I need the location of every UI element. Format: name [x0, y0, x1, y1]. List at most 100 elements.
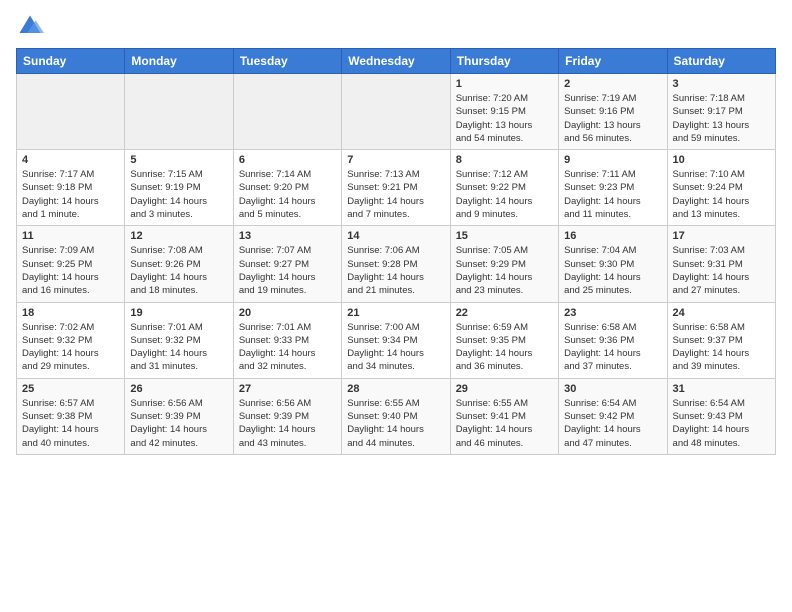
day-info: Sunrise: 7:14 AM Sunset: 9:20 PM Dayligh…: [239, 168, 336, 221]
day-number: 9: [564, 154, 661, 166]
day-info: Sunrise: 7:01 AM Sunset: 9:32 PM Dayligh…: [130, 321, 227, 374]
day-of-week-monday: Monday: [125, 49, 233, 74]
day-cell: 19 Sunrise: 7:01 AM Sunset: 9:32 PM Dayli…: [125, 302, 233, 378]
day-of-week-wednesday: Wednesday: [342, 49, 450, 74]
day-of-week-sunday: Sunday: [17, 49, 125, 74]
day-number: 23: [564, 307, 661, 319]
day-info: Sunrise: 6:55 AM Sunset: 9:40 PM Dayligh…: [347, 397, 444, 450]
day-info: Sunrise: 6:55 AM Sunset: 9:41 PM Dayligh…: [456, 397, 553, 450]
day-info: Sunrise: 7:19 AM Sunset: 9:16 PM Dayligh…: [564, 92, 661, 145]
day-cell: 14 Sunrise: 7:06 AM Sunset: 9:28 PM Dayli…: [342, 226, 450, 302]
day-info: Sunrise: 7:17 AM Sunset: 9:18 PM Dayligh…: [22, 168, 119, 221]
day-info: Sunrise: 7:02 AM Sunset: 9:32 PM Dayligh…: [22, 321, 119, 374]
day-cell: 8Sunrise: 7:12 AM Sunset: 9:22 PM Daylig…: [450, 150, 558, 226]
day-info: Sunrise: 6:59 AM Sunset: 9:35 PM Dayligh…: [456, 321, 553, 374]
day-info: Sunrise: 6:58 AM Sunset: 9:37 PM Dayligh…: [673, 321, 770, 374]
day-cell: 4 Sunrise: 7:17 AM Sunset: 9:18 PM Daylig…: [17, 150, 125, 226]
header: [16, 12, 776, 40]
day-cell: 24Sunrise: 6:58 AM Sunset: 9:37 PM Dayli…: [667, 302, 775, 378]
day-number: 26: [130, 383, 227, 395]
day-number: 7: [347, 154, 444, 166]
day-cell: 26 Sunrise: 6:56 AM Sunset: 9:39 PM Dayli…: [125, 378, 233, 454]
day-info: Sunrise: 7:07 AM Sunset: 9:27 PM Dayligh…: [239, 244, 336, 297]
day-cell: 25 Sunrise: 6:57 AM Sunset: 9:38 PM Dayli…: [17, 378, 125, 454]
day-cell: 12Sunrise: 7:08 AM Sunset: 9:26 PM Dayli…: [125, 226, 233, 302]
day-cell: 17 Sunrise: 7:03 AM Sunset: 9:31 PM Dayli…: [667, 226, 775, 302]
day-info: Sunrise: 7:20 AM Sunset: 9:15 PM Dayligh…: [456, 92, 553, 145]
day-number: 4: [22, 154, 119, 166]
day-info: Sunrise: 6:58 AM Sunset: 9:36 PM Dayligh…: [564, 321, 661, 374]
day-number: 5: [130, 154, 227, 166]
day-cell: 3 Sunrise: 7:18 AM Sunset: 9:17 PM Daylig…: [667, 74, 775, 150]
day-number: 3: [673, 78, 770, 90]
calendar-header: SundayMondayTuesdayWednesdayThursdayFrid…: [17, 49, 776, 74]
day-info: Sunrise: 7:03 AM Sunset: 9:31 PM Dayligh…: [673, 244, 770, 297]
day-number: 31: [673, 383, 770, 395]
calendar-body: 1 Sunrise: 7:20 AM Sunset: 9:15 PM Daylig…: [17, 74, 776, 455]
header-row: SundayMondayTuesdayWednesdayThursdayFrid…: [17, 49, 776, 74]
day-number: 16: [564, 230, 661, 242]
day-info: Sunrise: 6:54 AM Sunset: 9:42 PM Dayligh…: [564, 397, 661, 450]
calendar: SundayMondayTuesdayWednesdayThursdayFrid…: [16, 48, 776, 455]
day-number: 29: [456, 383, 553, 395]
day-number: 11: [22, 230, 119, 242]
day-cell: 29 Sunrise: 6:55 AM Sunset: 9:41 PM Dayli…: [450, 378, 558, 454]
day-info: Sunrise: 7:12 AM Sunset: 9:22 PM Dayligh…: [456, 168, 553, 221]
day-info: Sunrise: 7:15 AM Sunset: 9:19 PM Dayligh…: [130, 168, 227, 221]
day-info: Sunrise: 7:01 AM Sunset: 9:33 PM Dayligh…: [239, 321, 336, 374]
day-cell: 21 Sunrise: 7:00 AM Sunset: 9:34 PM Dayli…: [342, 302, 450, 378]
day-number: 19: [130, 307, 227, 319]
day-number: 15: [456, 230, 553, 242]
day-info: Sunrise: 7:09 AM Sunset: 9:25 PM Dayligh…: [22, 244, 119, 297]
day-cell: [125, 74, 233, 150]
week-row-1: 1 Sunrise: 7:20 AM Sunset: 9:15 PM Daylig…: [17, 74, 776, 150]
day-cell: 13 Sunrise: 7:07 AM Sunset: 9:27 PM Dayli…: [233, 226, 341, 302]
day-info: Sunrise: 7:05 AM Sunset: 9:29 PM Dayligh…: [456, 244, 553, 297]
day-cell: 5 Sunrise: 7:15 AM Sunset: 9:19 PM Daylig…: [125, 150, 233, 226]
day-number: 20: [239, 307, 336, 319]
day-number: 2: [564, 78, 661, 90]
day-cell: 2 Sunrise: 7:19 AM Sunset: 9:16 PM Daylig…: [559, 74, 667, 150]
day-cell: 31 Sunrise: 6:54 AM Sunset: 9:43 PM Dayli…: [667, 378, 775, 454]
day-cell: 6Sunrise: 7:14 AM Sunset: 9:20 PM Daylig…: [233, 150, 341, 226]
week-row-5: 25 Sunrise: 6:57 AM Sunset: 9:38 PM Dayli…: [17, 378, 776, 454]
day-of-week-thursday: Thursday: [450, 49, 558, 74]
day-number: 1: [456, 78, 553, 90]
day-cell: 23 Sunrise: 6:58 AM Sunset: 9:36 PM Dayli…: [559, 302, 667, 378]
day-cell: 15 Sunrise: 7:05 AM Sunset: 9:29 PM Dayli…: [450, 226, 558, 302]
day-cell: 20 Sunrise: 7:01 AM Sunset: 9:33 PM Dayli…: [233, 302, 341, 378]
day-info: Sunrise: 7:06 AM Sunset: 9:28 PM Dayligh…: [347, 244, 444, 297]
day-number: 17: [673, 230, 770, 242]
day-cell: 1 Sunrise: 7:20 AM Sunset: 9:15 PM Daylig…: [450, 74, 558, 150]
day-info: Sunrise: 7:11 AM Sunset: 9:23 PM Dayligh…: [564, 168, 661, 221]
day-number: 22: [456, 307, 553, 319]
day-cell: [342, 74, 450, 150]
day-cell: 28 Sunrise: 6:55 AM Sunset: 9:40 PM Dayli…: [342, 378, 450, 454]
day-info: Sunrise: 6:56 AM Sunset: 9:39 PM Dayligh…: [130, 397, 227, 450]
day-number: 30: [564, 383, 661, 395]
day-info: Sunrise: 6:57 AM Sunset: 9:38 PM Dayligh…: [22, 397, 119, 450]
day-info: Sunrise: 7:13 AM Sunset: 9:21 PM Dayligh…: [347, 168, 444, 221]
day-cell: 27Sunrise: 6:56 AM Sunset: 9:39 PM Dayli…: [233, 378, 341, 454]
day-info: Sunrise: 7:00 AM Sunset: 9:34 PM Dayligh…: [347, 321, 444, 374]
day-info: Sunrise: 6:54 AM Sunset: 9:43 PM Dayligh…: [673, 397, 770, 450]
day-info: Sunrise: 7:18 AM Sunset: 9:17 PM Dayligh…: [673, 92, 770, 145]
day-cell: 22 Sunrise: 6:59 AM Sunset: 9:35 PM Dayli…: [450, 302, 558, 378]
day-cell: 9 Sunrise: 7:11 AM Sunset: 9:23 PM Daylig…: [559, 150, 667, 226]
day-cell: 10Sunrise: 7:10 AM Sunset: 9:24 PM Dayli…: [667, 150, 775, 226]
day-cell: 7 Sunrise: 7:13 AM Sunset: 9:21 PM Daylig…: [342, 150, 450, 226]
day-cell: 30 Sunrise: 6:54 AM Sunset: 9:42 PM Dayli…: [559, 378, 667, 454]
day-number: 25: [22, 383, 119, 395]
day-number: 13: [239, 230, 336, 242]
day-of-week-saturday: Saturday: [667, 49, 775, 74]
day-number: 14: [347, 230, 444, 242]
day-number: 12: [130, 230, 227, 242]
day-cell: 11 Sunrise: 7:09 AM Sunset: 9:25 PM Dayli…: [17, 226, 125, 302]
day-number: 21: [347, 307, 444, 319]
day-cell: [233, 74, 341, 150]
day-number: 28: [347, 383, 444, 395]
logo-icon: [16, 12, 44, 40]
day-info: Sunrise: 6:56 AM Sunset: 9:39 PM Dayligh…: [239, 397, 336, 450]
week-row-3: 11 Sunrise: 7:09 AM Sunset: 9:25 PM Dayli…: [17, 226, 776, 302]
day-info: Sunrise: 7:04 AM Sunset: 9:30 PM Dayligh…: [564, 244, 661, 297]
